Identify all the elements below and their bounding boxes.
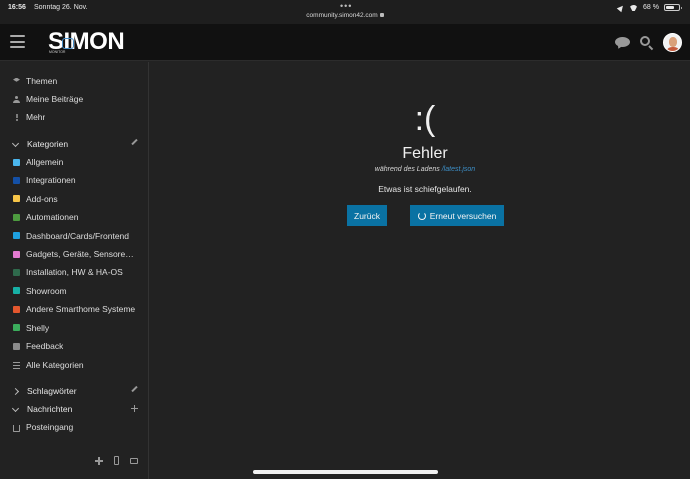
category-label: Feedback [26, 341, 64, 351]
sidebar-item-label: Themen [26, 76, 58, 86]
sidebar-category-item[interactable]: Showroom [0, 282, 149, 300]
sidebar-category-item[interactable]: Automationen [0, 208, 149, 226]
list-icon [13, 361, 20, 369]
battery-icon [664, 4, 682, 11]
error-title: Fehler [402, 145, 448, 162]
chevron-down-icon [11, 404, 20, 412]
home-indicator[interactable] [253, 470, 438, 474]
category-label: Allgemein [26, 157, 64, 167]
category-color-icon [13, 232, 20, 240]
sidebar-category-item[interactable]: Dashboard/Cards/Frontend [0, 227, 149, 245]
sidebar-category-item[interactable]: Andere Smarthome Systeme [0, 300, 149, 318]
category-label: Installation, HW & HA-OS [26, 267, 123, 278]
sidebar-category-item[interactable]: Feedback [0, 337, 149, 355]
header-icons [615, 33, 682, 52]
status-bar: 16:56 Sonntag 26. Nov. ••• community.sim… [0, 0, 690, 24]
sidebar-item-label: Alle Kategorien [26, 360, 84, 370]
section-kategorien[interactable]: Kategorien [0, 135, 149, 153]
status-icons: 68 % [616, 3, 682, 12]
retry-button-label: Erneut versuchen [429, 210, 497, 221]
category-color-icon [13, 287, 20, 295]
category-label: Dashboard/Cards/Frontend [26, 230, 130, 241]
sidebar-item-label: Meine Beiträge [26, 94, 84, 104]
pencil-icon[interactable] [131, 385, 138, 393]
chevron-down-icon [11, 139, 20, 147]
refresh-icon [417, 211, 426, 220]
sidebar-category-item[interactable]: Integrationen [0, 171, 149, 189]
status-date: Sonntag 26. Nov. [34, 4, 88, 11]
category-label: Showroom [26, 285, 67, 296]
app-root: 16:56 Sonntag 26. Nov. ••• community.sim… [0, 0, 690, 479]
chat-icon[interactable] [615, 36, 630, 50]
category-color-icon [13, 195, 20, 203]
avatar[interactable] [663, 33, 682, 52]
sidebar-category-item[interactable]: Shelly [0, 319, 149, 337]
mobile-icon[interactable] [114, 456, 119, 465]
url-bar[interactable]: community.simon42.com [0, 12, 690, 19]
main-content: :( Fehler während des Ladens /latest.jso… [150, 62, 690, 479]
vertical-dots-icon [13, 113, 20, 121]
section-nachrichten[interactable]: Nachrichten [0, 400, 149, 418]
chevron-right-icon [11, 387, 20, 395]
category-color-icon [13, 176, 20, 184]
sidebar-category-item[interactable]: Gadgets, Geräte, Sensoren & Co. [0, 245, 149, 263]
back-button[interactable]: Zurück [347, 205, 387, 226]
sidebar-category-item[interactable]: Installation, HW & HA-OS [0, 263, 149, 281]
section-title: Schlagwörter [27, 386, 77, 396]
inbox-icon [13, 424, 20, 432]
category-color-icon [13, 250, 20, 258]
error-url-link[interactable]: /latest.json [442, 166, 475, 173]
desktop-icon[interactable] [130, 458, 138, 464]
site-header: SIMON MONITOR [0, 24, 690, 61]
category-color-icon [13, 268, 20, 276]
category-label: Shelly [26, 322, 50, 333]
category-color-icon [13, 158, 20, 166]
pencil-icon[interactable] [131, 138, 138, 146]
battery-percent: 68 % [643, 4, 659, 11]
plus-icon[interactable] [95, 457, 103, 465]
sidebar-item-mehr[interactable]: Mehr [0, 108, 149, 126]
retry-button[interactable]: Erneut versuchen [410, 205, 504, 226]
location-arrow-icon [616, 3, 626, 12]
category-label: Add-ons [26, 193, 58, 204]
section-title: Nachrichten [27, 404, 73, 414]
category-label: Integrationen [26, 175, 76, 186]
category-color-icon [13, 342, 20, 350]
battery-fill [666, 6, 675, 9]
error-message: Etwas ist schiefgelaufen. [378, 184, 472, 194]
url-text: community.simon42.com [306, 12, 378, 19]
sidebar-category-item[interactable]: Allgemein [0, 153, 149, 171]
category-color-icon [13, 324, 20, 332]
section-schlagwoerter[interactable]: Schlagwörter [0, 382, 149, 400]
sidebar-item-alle-kategorien[interactable]: Alle Kategorien [0, 356, 149, 374]
sidebar: Themen Meine Beiträge Mehr Kategorien Al… [0, 62, 149, 479]
hamburger-menu-icon[interactable] [10, 35, 25, 48]
multitasking-dots-icon[interactable]: ••• [340, 1, 352, 11]
sidebar-category-item[interactable]: Add-ons [0, 190, 149, 208]
category-color-icon [13, 305, 20, 313]
logo-subtext: MONITOR [49, 50, 66, 54]
sidebar-item-posteingang[interactable]: Posteingang [0, 418, 149, 436]
error-subtitle: während des Ladens /latest.json [150, 166, 690, 173]
category-color-icon [13, 213, 20, 221]
sidebar-item-label: Mehr [26, 112, 46, 122]
sidebar-item-themen[interactable]: Themen [0, 72, 149, 90]
logo-badge-icon [62, 38, 74, 49]
sidebar-footer [0, 453, 149, 469]
status-time: 16:56 [8, 4, 26, 11]
sad-face: :( [414, 100, 436, 138]
sidebar-item-label: Posteingang [26, 422, 74, 432]
error-subtitle-text: während des Ladens [374, 166, 440, 173]
plus-icon[interactable] [131, 405, 138, 412]
layers-icon [13, 77, 20, 82]
user-icon [13, 95, 20, 103]
category-label: Automationen [26, 212, 79, 223]
category-label: Andere Smarthome Systeme [26, 304, 136, 315]
section-title: Kategorien [27, 139, 69, 149]
lock-icon [379, 13, 384, 18]
category-label: Gadgets, Geräte, Sensoren & Co. [26, 249, 138, 259]
search-icon[interactable] [639, 35, 654, 51]
wifi-icon [629, 5, 638, 11]
sidebar-item-meine-beitraege[interactable]: Meine Beiträge [0, 90, 149, 108]
